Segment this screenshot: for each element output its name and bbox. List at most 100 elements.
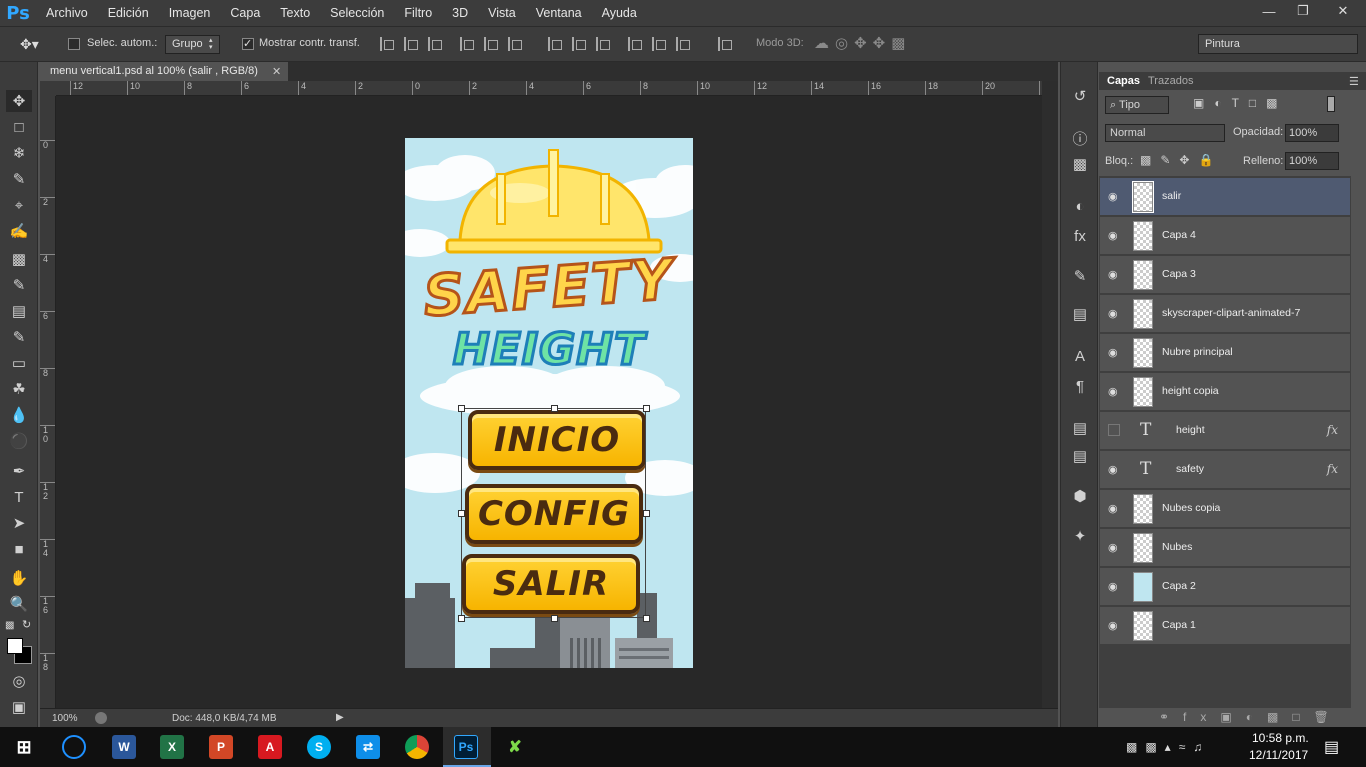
align-right-icon[interactable] bbox=[508, 37, 522, 51]
layer-row[interactable]: ◉ Capa 1 bbox=[1100, 607, 1350, 645]
eye-visible-icon[interactable]: ◉ bbox=[1108, 268, 1122, 282]
tools-presets-panel-icon[interactable]: ✦ bbox=[1070, 526, 1090, 546]
distribute-vcenter-icon[interactable] bbox=[572, 37, 586, 51]
show-transform-checkbox[interactable] bbox=[242, 37, 254, 50]
crop-tool-icon[interactable]: ⌖ bbox=[6, 194, 32, 216]
menu-capa[interactable]: Capa bbox=[220, 6, 270, 20]
excel-icon[interactable]: X bbox=[160, 735, 184, 759]
eyedropper-tool-icon[interactable]: ✍ bbox=[6, 220, 32, 242]
type-tool-icon[interactable]: T bbox=[6, 486, 32, 508]
brush-tool-icon[interactable]: ✎ bbox=[6, 274, 32, 296]
lasso-tool-icon[interactable]: ❄ bbox=[6, 142, 32, 164]
transform-handle-tl[interactable] bbox=[458, 405, 465, 412]
clone-stamp-tool-icon[interactable]: ▤ bbox=[6, 300, 32, 322]
minimize-button[interactable]: — bbox=[1252, 0, 1286, 22]
3d-cube-panel-icon[interactable]: ⬢ bbox=[1070, 486, 1090, 506]
dodge-tool-icon[interactable]: ⚫ bbox=[6, 430, 32, 452]
paragraph-panel-icon[interactable]: ¶ bbox=[1070, 376, 1090, 396]
layer-row[interactable]: Theight fx bbox=[1100, 412, 1350, 450]
distribute-bottom-icon[interactable] bbox=[596, 37, 610, 51]
layer-row[interactable]: ◉ Capa 3 bbox=[1100, 256, 1350, 294]
notes-panel-icon[interactable]: ▤ bbox=[1070, 418, 1090, 438]
tab-trazados[interactable]: Trazados bbox=[1148, 75, 1193, 87]
menu-filtro[interactable]: Filtro bbox=[394, 6, 442, 20]
clone-source-panel-icon[interactable]: ▤ bbox=[1070, 304, 1090, 324]
transform-handle-tc[interactable] bbox=[551, 405, 558, 412]
history-brush-tool-icon[interactable]: ✎ bbox=[6, 326, 32, 348]
3d-panel-icon[interactable]: ▩ bbox=[1070, 154, 1090, 174]
eye-hidden-icon[interactable] bbox=[1108, 424, 1120, 436]
chrome-icon[interactable] bbox=[405, 735, 429, 759]
history-panel-icon[interactable]: ↺ bbox=[1070, 86, 1090, 106]
menu-archivo[interactable]: Archivo bbox=[36, 6, 98, 20]
word-icon[interactable]: W bbox=[112, 735, 136, 759]
character-panel-icon[interactable]: A bbox=[1070, 346, 1090, 366]
layer-filter-icons[interactable]: ▣◐T□▩ bbox=[1193, 96, 1288, 110]
menu-vista[interactable]: Vista bbox=[478, 6, 526, 20]
workspace-dropdown[interactable]: Pintura bbox=[1198, 34, 1358, 54]
teamviewer-icon[interactable]: ⇄ bbox=[356, 735, 380, 759]
system-tray-icons[interactable]: ▩▩▴≈♫ bbox=[1126, 740, 1210, 754]
blend-mode-dropdown[interactable]: Normal bbox=[1105, 124, 1225, 142]
transform-handle-ml[interactable] bbox=[458, 510, 465, 517]
vertical-scrollbar[interactable] bbox=[1042, 81, 1058, 708]
styles-panel-icon[interactable]: fx bbox=[1070, 226, 1090, 246]
paint-bucket-tool-icon[interactable]: ☘ bbox=[6, 378, 32, 400]
notifications-icon[interactable]: ▤ bbox=[1324, 737, 1339, 757]
layer-fx-icon[interactable]: fx bbox=[1327, 423, 1338, 437]
hand-tool-icon[interactable]: ✋ bbox=[6, 567, 32, 589]
transform-handle-br[interactable] bbox=[643, 615, 650, 622]
eye-visible-icon[interactable]: ◉ bbox=[1108, 619, 1122, 633]
layer-row[interactable]: ◉ Nubes copia bbox=[1100, 490, 1350, 528]
transform-handle-tr[interactable] bbox=[643, 405, 650, 412]
menu-imagen[interactable]: Imagen bbox=[159, 6, 221, 20]
blur-tool-icon[interactable]: 💧 bbox=[6, 404, 32, 426]
screen-mode-icon[interactable]: ▣ bbox=[6, 696, 32, 718]
restore-button[interactable]: ❐ bbox=[1286, 0, 1320, 22]
pen-tool-icon[interactable]: ✒ bbox=[6, 460, 32, 482]
layer-fx-icon[interactable]: fx bbox=[1327, 462, 1338, 476]
distribute-left-icon[interactable] bbox=[628, 37, 642, 51]
photoshop-taskbar-icon[interactable]: Ps bbox=[454, 735, 478, 759]
layer-row[interactable]: ◉ salir bbox=[1100, 178, 1350, 216]
transform-handle-bc[interactable] bbox=[551, 615, 558, 622]
panel-menu-icon[interactable]: ☰ bbox=[1349, 75, 1359, 88]
filter-toggle-icon[interactable] bbox=[1327, 96, 1335, 112]
path-selection-tool-icon[interactable]: ➤ bbox=[6, 512, 32, 534]
lock-icons[interactable]: ▩✎✥🔒 bbox=[1140, 153, 1222, 167]
document-tab[interactable]: menu vertical1.psd al 100% (salir , RGB/… bbox=[40, 62, 288, 81]
transform-handle-bl[interactable] bbox=[458, 615, 465, 622]
acrobat-icon[interactable]: A bbox=[258, 735, 282, 759]
menu-ayuda[interactable]: Ayuda bbox=[592, 6, 647, 20]
quick-select-tool-icon[interactable]: ✎ bbox=[6, 168, 32, 190]
status-info-icon[interactable] bbox=[95, 712, 107, 724]
transform-bounding-box[interactable] bbox=[461, 408, 646, 618]
menu-seleccion[interactable]: Selección bbox=[320, 6, 394, 20]
taskbar-time[interactable]: 10:58 p.m. bbox=[1252, 731, 1309, 745]
layer-row[interactable]: ◉ height copia bbox=[1100, 373, 1350, 411]
opacity-input[interactable]: 100% bbox=[1285, 124, 1339, 142]
close-tab-icon[interactable]: ✕ bbox=[272, 65, 281, 78]
eye-visible-icon[interactable]: ◉ bbox=[1108, 385, 1122, 399]
align-top-icon[interactable] bbox=[380, 37, 394, 51]
align-hcenter-icon[interactable] bbox=[484, 37, 498, 51]
brush-panel-icon[interactable]: ✎ bbox=[1070, 266, 1090, 286]
healing-brush-tool-icon[interactable]: ▩ bbox=[6, 248, 32, 270]
eye-visible-icon[interactable]: ◉ bbox=[1108, 307, 1122, 321]
layer-filter-dropdown[interactable]: ⌕ Tipo bbox=[1105, 96, 1169, 114]
3d-mode-icons[interactable]: ☁◎✥✥▩ bbox=[814, 34, 911, 52]
eye-visible-icon[interactable]: ◉ bbox=[1108, 229, 1122, 243]
menu-texto[interactable]: Texto bbox=[270, 6, 320, 20]
taskbar-date[interactable]: 12/11/2017 bbox=[1249, 748, 1308, 762]
info-panel-icon[interactable]: ⓘ bbox=[1070, 128, 1090, 148]
eraser-tool-icon[interactable]: ▭ bbox=[6, 352, 32, 374]
eye-visible-icon[interactable]: ◉ bbox=[1108, 190, 1122, 204]
menu-ventana[interactable]: Ventana bbox=[526, 6, 592, 20]
distribute-top-icon[interactable] bbox=[548, 37, 562, 51]
align-vcenter-icon[interactable] bbox=[404, 37, 418, 51]
windows-start-icon[interactable]: ⊞ bbox=[12, 735, 36, 759]
eye-visible-icon[interactable]: ◉ bbox=[1108, 463, 1122, 477]
layer-row[interactable]: ◉ Capa 2 bbox=[1100, 568, 1350, 606]
menu-3d[interactable]: 3D bbox=[442, 6, 478, 20]
eye-visible-icon[interactable]: ◉ bbox=[1108, 502, 1122, 516]
